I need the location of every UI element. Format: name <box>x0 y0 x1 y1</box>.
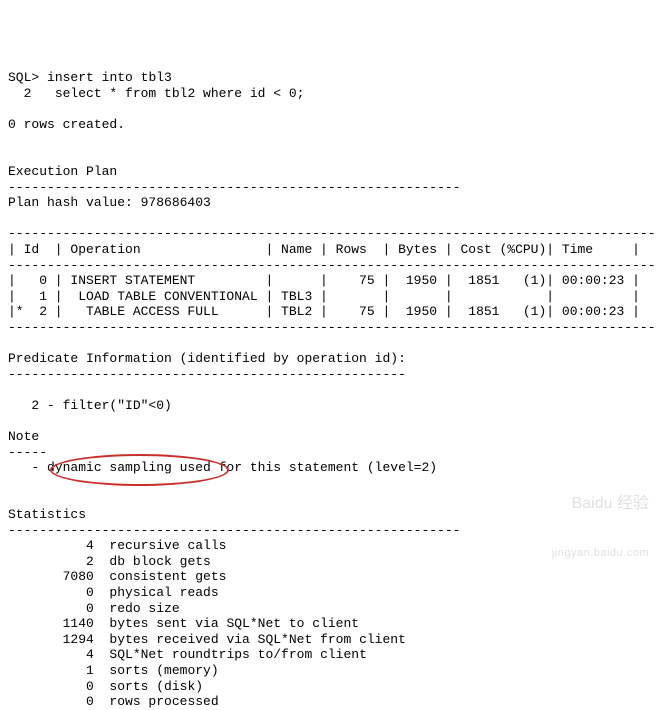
plan-row: | 0 | INSERT STATEMENT | | 75 | 1950 | 1… <box>8 273 640 288</box>
stat-value: 1140 <box>8 616 94 631</box>
plan-hash: Plan hash value: 978686403 <box>8 195 211 210</box>
stat-label: bytes sent via SQL*Net to client <box>94 616 359 631</box>
stat-label: rows processed <box>94 694 219 709</box>
stat-label: redo size <box>94 601 180 616</box>
stat-value: 7080 <box>8 569 94 584</box>
plan-divider: ----------------------------------------… <box>8 258 656 273</box>
stat-label: SQL*Net roundtrips to/from client <box>94 647 367 662</box>
execution-plan-title: Execution Plan <box>8 164 117 179</box>
sql-line1: insert into tbl3 <box>47 70 172 85</box>
stat-label: bytes received via SQL*Net from client <box>94 632 406 647</box>
stat-label: sorts (memory) <box>94 663 219 678</box>
predicate-line: 2 - filter("ID"<0) <box>8 398 172 413</box>
stat-value: 4 <box>8 647 94 662</box>
stat-value: 0 <box>8 679 94 694</box>
sql-prompt: SQL> <box>8 70 39 85</box>
stat-value: 0 <box>8 585 94 600</box>
note-divider: ----- <box>8 445 47 460</box>
stat-value: 4 <box>8 538 94 553</box>
stat-label: recursive calls <box>94 538 227 553</box>
predicate-title: Predicate Information (identified by ope… <box>8 351 406 366</box>
stat-label: consistent gets <box>94 569 227 584</box>
divider: ----------------------------------------… <box>8 523 460 538</box>
stat-value: 0 <box>8 601 94 616</box>
plan-row: |* 2 | TABLE ACCESS FULL | TBL2 | 75 | 1… <box>8 304 640 319</box>
rows-created: 0 rows created. <box>8 117 125 132</box>
statistics-title: Statistics <box>8 507 86 522</box>
sql-line2: select * from tbl2 where id < 0; <box>39 86 304 101</box>
plan-divider: ----------------------------------------… <box>8 320 656 335</box>
stat-label: physical reads <box>94 585 219 600</box>
stat-value: 2 <box>8 554 94 569</box>
plan-header: | Id | Operation | Name | Rows | Bytes |… <box>8 242 640 257</box>
plan-divider: ----------------------------------------… <box>8 226 656 241</box>
note-title: Note <box>8 429 39 444</box>
divider: ----------------------------------------… <box>8 180 460 195</box>
sql-line2-num: 2 <box>8 86 39 101</box>
plan-row: | 1 | LOAD TABLE CONVENTIONAL | TBL3 | |… <box>8 289 640 304</box>
watermark: Baidu 经验 jingyan.baidu.com <box>552 459 649 577</box>
stat-value: 1 <box>8 663 94 678</box>
predicate-divider: ----------------------------------------… <box>8 367 406 382</box>
note-line: - dynamic sampling used for this stateme… <box>8 460 437 475</box>
stat-label: sorts (disk) <box>94 679 203 694</box>
watermark-main: Baidu 经验 <box>552 495 649 513</box>
stat-value: 1294 <box>8 632 94 647</box>
stat-label: db block gets <box>94 554 211 569</box>
stat-value: 0 <box>8 694 94 709</box>
watermark-sub: jingyan.baidu.com <box>552 547 649 559</box>
